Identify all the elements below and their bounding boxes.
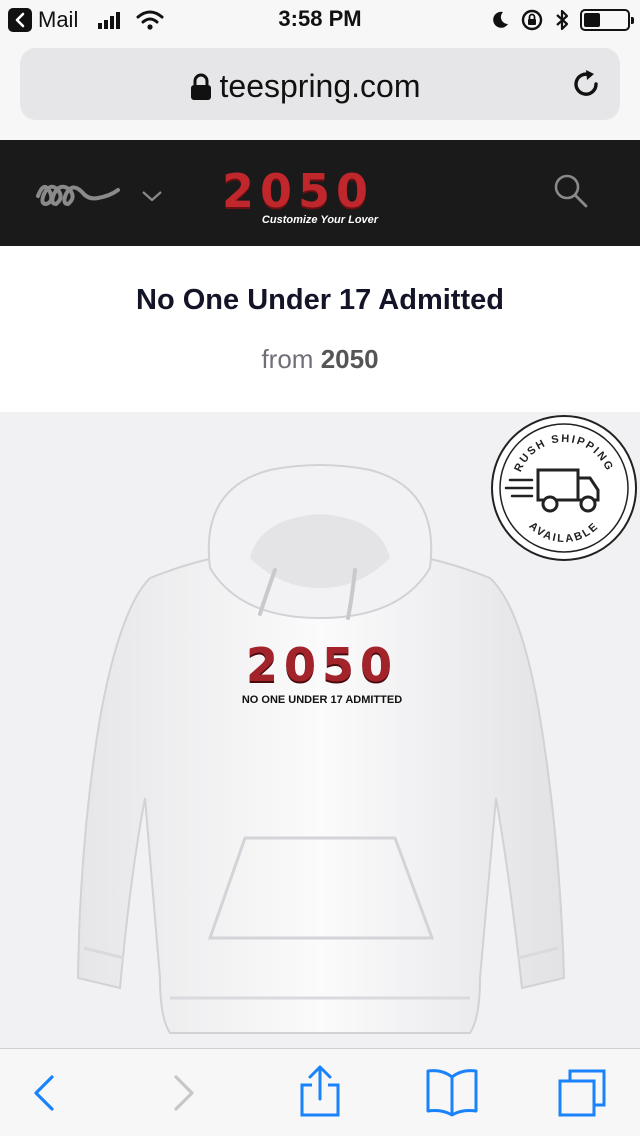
truck-icon: RUSH SHIPPING AVAILABLE [491,415,637,561]
rush-shipping-badge: RUSH SHIPPING AVAILABLE [490,414,638,562]
store-link[interactable]: 2050 [321,344,379,374]
chevron-down-icon[interactable] [140,188,164,204]
share-icon[interactable] [298,1065,342,1119]
tabs-icon[interactable] [556,1067,608,1119]
rotation-lock-icon [521,9,543,31]
reload-icon[interactable] [568,66,604,102]
moon-icon [493,11,508,28]
forward-icon[interactable] [170,1073,198,1113]
browser-toolbar [0,1048,640,1136]
product-title-area: No One Under 17 Admitted from 2050 [0,246,640,412]
status-bar: Mail 3:58 PM [0,0,640,40]
brand-name: 2050 [222,164,375,218]
bookmarks-icon[interactable] [424,1067,480,1117]
bluetooth-icon [556,9,569,31]
address-bar[interactable]: teespring.com [20,48,620,120]
from-prefix: from [261,344,314,374]
product-title: No One Under 17 Admitted [136,284,504,316]
browser-address-area: teespring.com [0,40,640,140]
hoodie-print-subtitle: NO ONE UNDER 17 ADMITTED [241,694,403,706]
product-store-line: from 2050 [0,344,640,375]
search-icon[interactable] [552,172,590,210]
teespring-logo-icon[interactable] [34,176,124,210]
brand-logo[interactable]: 2050 Customize Your Lover [222,164,422,228]
battery-icon [580,9,634,31]
status-right [490,8,634,32]
url-text[interactable]: teespring.com [20,68,620,105]
back-icon[interactable] [30,1073,58,1113]
hoodie-print-logo: 2050 [245,638,399,692]
brand-tagline: Customize Your Lover [261,214,379,226]
